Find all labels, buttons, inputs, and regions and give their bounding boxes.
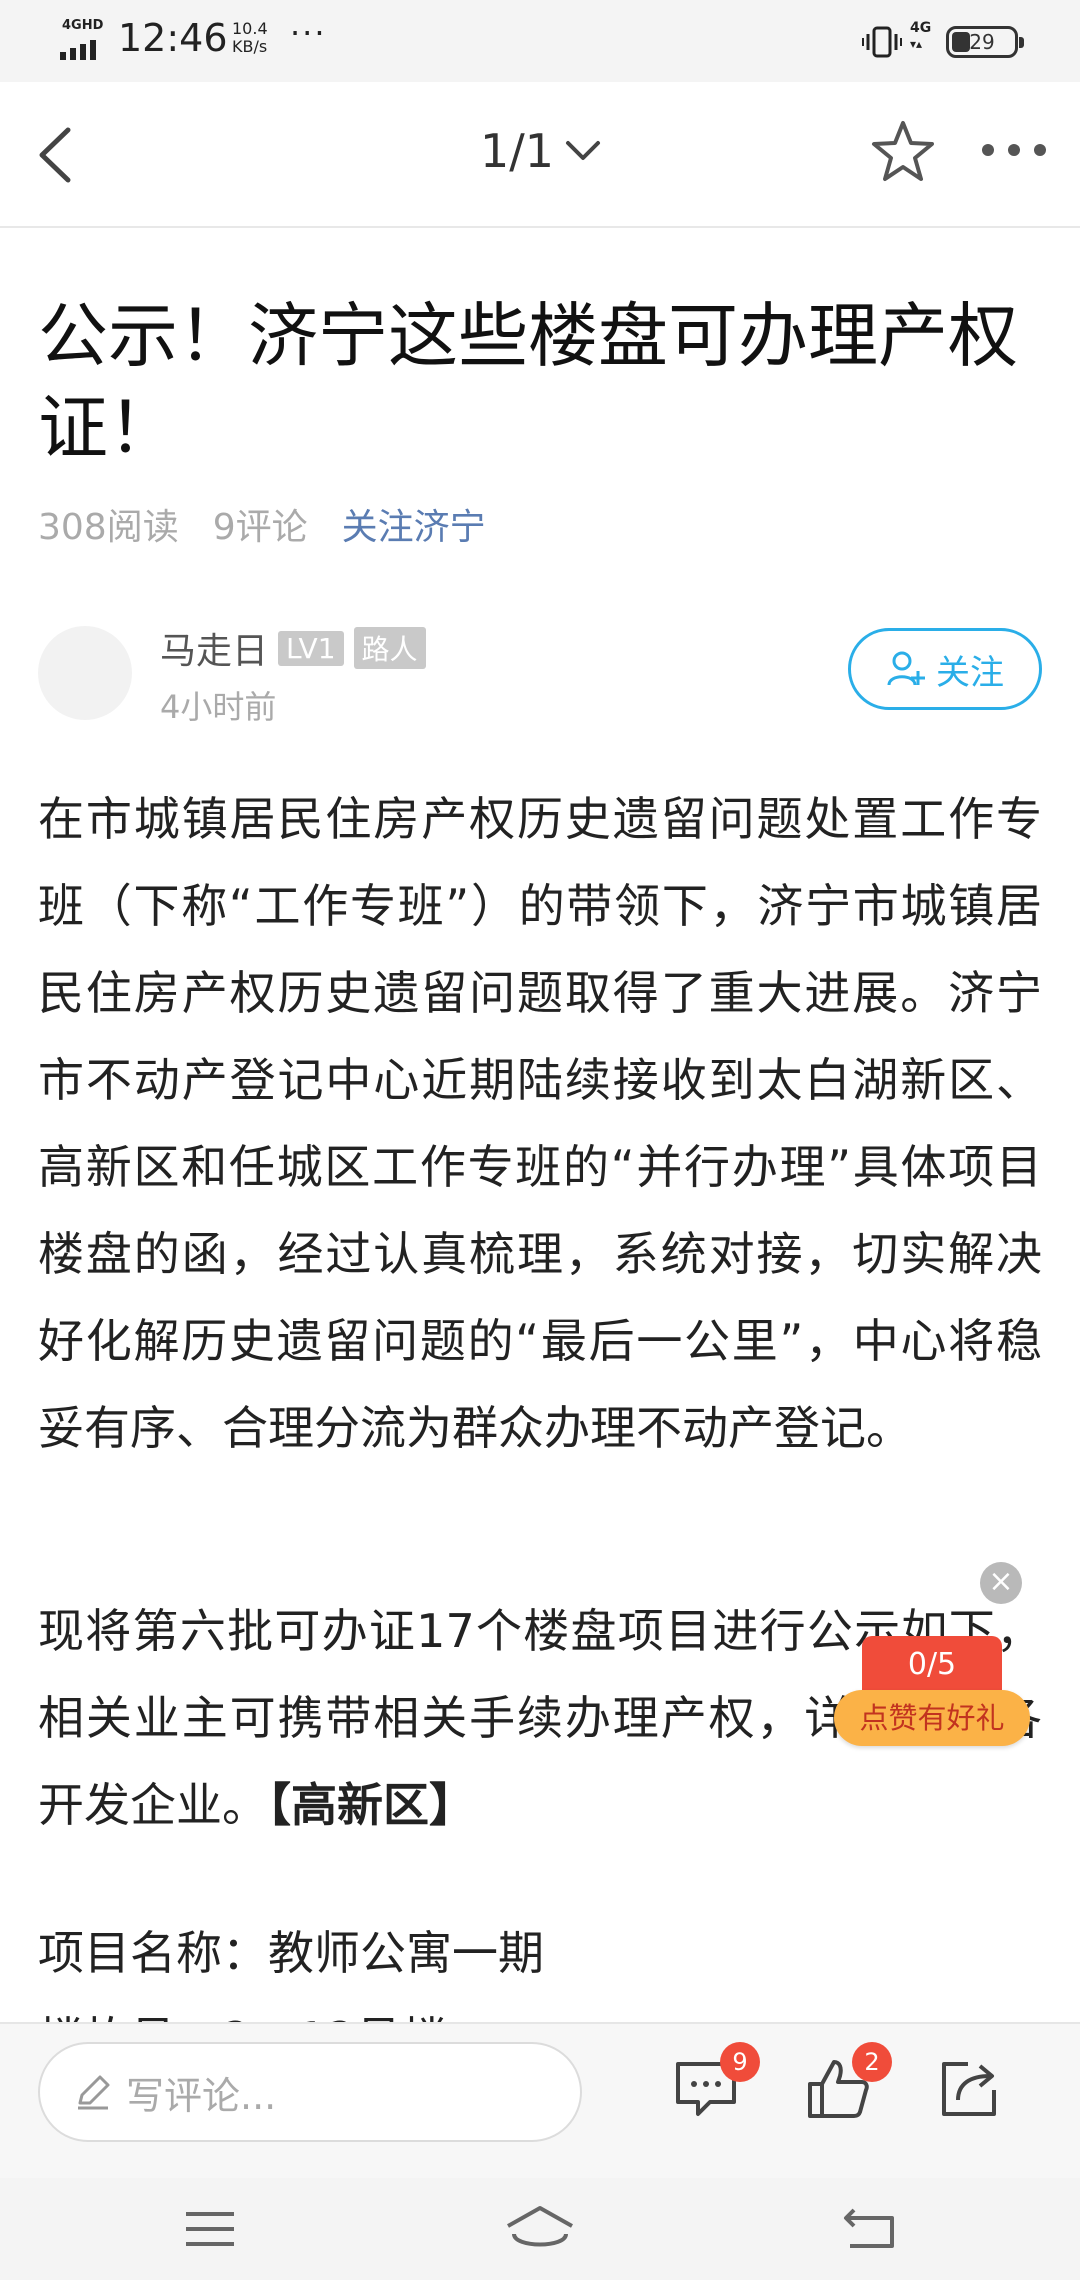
status-more-icon: ··· (290, 14, 327, 52)
top-nav-bar: 1/1 (0, 82, 1080, 228)
chevron-left-icon (39, 127, 71, 183)
page-selector[interactable]: 1/1 (480, 124, 602, 178)
page-indicator: 1/1 (480, 124, 555, 178)
more-dots-icon (982, 144, 1046, 156)
comment-input[interactable]: 写评论... (38, 2042, 582, 2142)
reward-count: 0/5 (862, 1636, 1002, 1694)
reward-widget[interactable]: × 0/5 点赞有好礼 (834, 1562, 1034, 1752)
back-button[interactable] (28, 120, 88, 190)
back-arrow-icon (844, 2208, 894, 2248)
favorite-button[interactable] (870, 118, 936, 184)
comment-count[interactable]: 9评论 (213, 498, 308, 550)
like-button[interactable]: 2 (804, 2042, 892, 2124)
system-nav-bar (0, 2178, 1080, 2280)
close-icon[interactable]: × (980, 1562, 1022, 1604)
article-meta: 308阅读 9评论 关注济宁 (38, 498, 486, 550)
chevron-down-icon (566, 141, 601, 160)
clock: 12:46 (118, 16, 228, 60)
comment-placeholder: 写评论... (126, 2073, 277, 2118)
bottom-action-bar: 写评论... 9 2 (0, 2022, 1080, 2178)
pencil-icon (78, 2075, 110, 2110)
role-badge: 路人 (353, 627, 426, 669)
project-name: 项目名称：教师公寓一期 (38, 1926, 544, 1980)
avatar[interactable] (38, 626, 132, 720)
battery-level: 29 (969, 30, 995, 54)
follow-author-button[interactable]: 关注 (848, 628, 1042, 710)
comments-button[interactable]: 9 (672, 2042, 760, 2124)
comment-badge: 9 (720, 2042, 760, 2082)
network-type: 4GHD (62, 18, 104, 33)
home-button[interactable] (504, 2204, 576, 2254)
network-speed: 10.4 KB/s (232, 19, 268, 56)
signal-icon: 4GHD (60, 18, 104, 60)
level-badge: LV1 (278, 630, 344, 666)
share-icon (942, 2062, 996, 2116)
add-user-icon (887, 651, 925, 686)
share-button[interactable] (934, 2054, 1004, 2124)
recent-apps-button[interactable] (180, 2204, 240, 2254)
reward-label[interactable]: 点赞有好礼 (834, 1690, 1030, 1746)
vibrate-icon (862, 22, 902, 62)
network-4g: 4G ▾▴ (910, 20, 932, 51)
author-info: 马走日 LV1 路人 (160, 622, 426, 674)
battery-icon: 29 (946, 26, 1024, 58)
more-options-button[interactable] (978, 130, 1050, 170)
author-row: 马走日 LV1 路人 4小时前 关注 (38, 626, 1042, 726)
follow-label: 关注 (936, 652, 1004, 693)
home-icon (507, 2206, 573, 2247)
read-count: 308阅读 (38, 507, 179, 548)
like-badge: 2 (852, 2042, 892, 2082)
follow-topic-link[interactable]: 关注济宁 (342, 498, 486, 550)
system-back-button[interactable] (840, 2204, 900, 2254)
article-title: 公示！济宁这些楼盘可办理产权证！ (38, 295, 1018, 469)
menu-icon (186, 2212, 234, 2246)
status-bar: 4GHD 12:46 10.4 KB/s ··· 4G ▾▴ 29 (0, 0, 1080, 82)
post-time: 4小时前 (160, 688, 277, 726)
section-heading: 【高新区】 (268, 1778, 475, 1832)
star-icon (872, 121, 934, 181)
author-name[interactable]: 马走日 (160, 622, 268, 674)
article-paragraph-1: 在市城镇居民住房产权历史遗留问题处置工作专班（下称“工作专班”）的带领下，济宁市… (38, 792, 1042, 1455)
